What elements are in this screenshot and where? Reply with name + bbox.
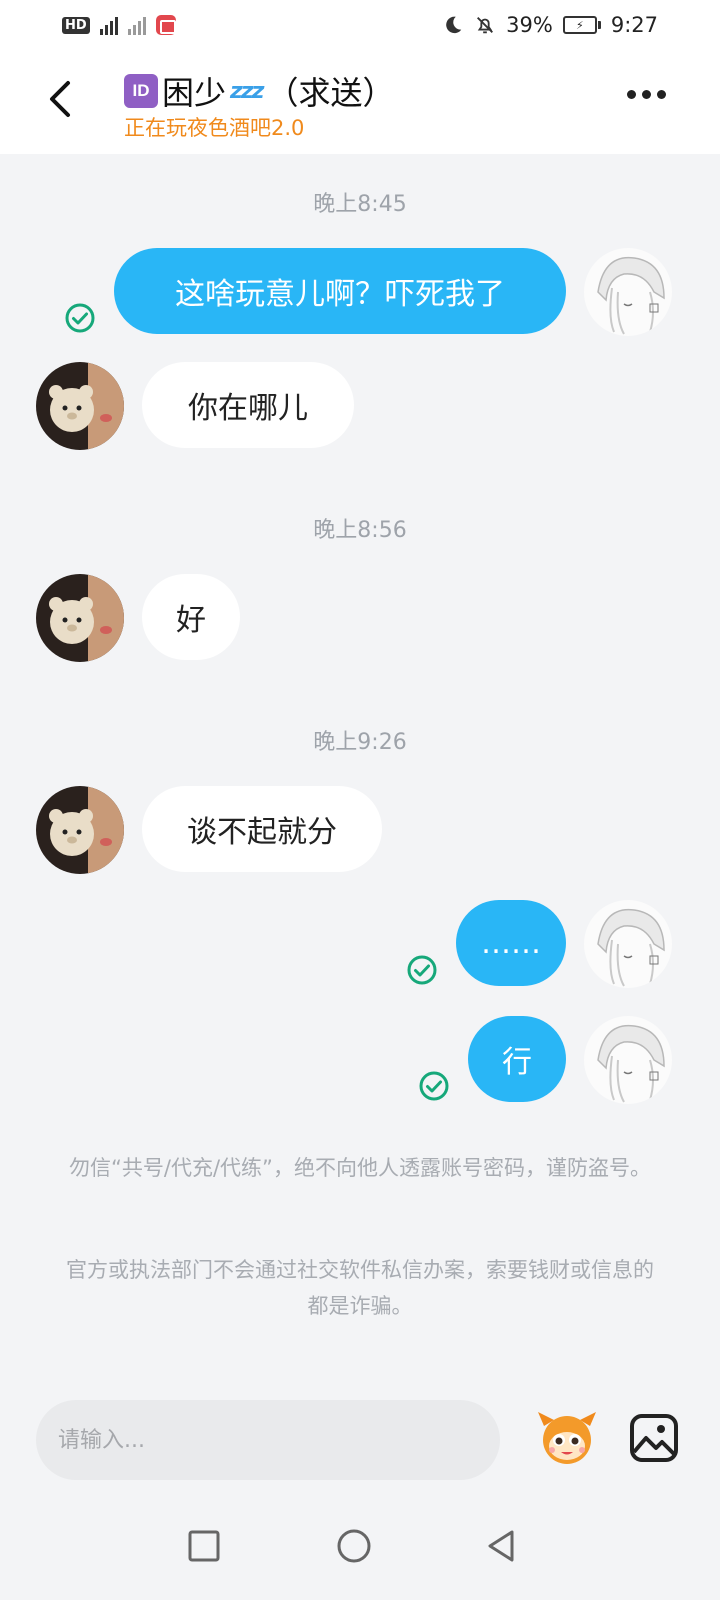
circle-icon[interactable] [334, 1526, 374, 1566]
signal-weak-icon [127, 15, 146, 35]
triangle-back-icon[interactable] [482, 1526, 522, 1566]
image-button[interactable] [628, 1412, 680, 1464]
chat-header: ID 困少 zzz （求送） 正在玩夜色酒吧2.0 [0, 50, 720, 154]
contact-avatar[interactable] [36, 362, 124, 450]
status-bar: HD 39% ⚡ 9:27 [0, 0, 720, 50]
battery-icon: ⚡ [562, 16, 601, 34]
check-circle-icon [407, 955, 437, 985]
status-left: HD [62, 15, 176, 35]
contact-avatar[interactable] [36, 786, 124, 874]
chevron-left-icon [50, 81, 70, 117]
check-circle-icon [419, 1071, 449, 1101]
bear-plush-avatar-icon [36, 786, 124, 874]
input-bar [0, 1386, 720, 1496]
system-nav-bar [0, 1496, 720, 1600]
mascot-emoji-icon [538, 1412, 596, 1464]
clock: 9:27 [610, 13, 658, 37]
moon-icon [446, 16, 462, 34]
contact-name-suffix: （求送） [266, 74, 395, 112]
more-options-button[interactable] [627, 90, 666, 99]
more-dot [657, 90, 666, 99]
battery-percent: 39% [506, 13, 553, 37]
timestamp: 晚上8:56 [313, 518, 407, 543]
playing-status: 正在玩夜色酒吧2.0 [124, 116, 305, 140]
timestamp: 晚上9:26 [313, 730, 407, 755]
hd-indicator: HD [62, 16, 90, 34]
contact-avatar[interactable] [36, 574, 124, 662]
my-avatar[interactable] [584, 248, 672, 336]
emoji-button[interactable] [534, 1404, 600, 1470]
app-notification-icon [155, 15, 176, 35]
signal-4g-icon [99, 15, 118, 35]
fraud-notice: 官方或执法部门不会通过社交软件私信办案，索要钱财或信息的都是诈骗。 [66, 1258, 654, 1318]
outgoing-message[interactable]: …… [456, 900, 566, 986]
status-right: 39% ⚡ 9:27 [442, 13, 658, 37]
contact-name-text: 困少 [162, 74, 227, 112]
anime-girl-avatar-icon [584, 1016, 672, 1104]
more-dot [642, 90, 651, 99]
incoming-message[interactable]: 你在哪儿 [142, 362, 354, 448]
mute-bell-icon [477, 17, 494, 34]
timestamp: 晚上8:45 [313, 192, 407, 217]
back-button[interactable] [40, 74, 80, 124]
outgoing-message[interactable]: 行 [468, 1016, 566, 1102]
bear-plush-avatar-icon [36, 574, 124, 662]
my-avatar[interactable] [584, 900, 672, 988]
bear-plush-avatar-icon [36, 362, 124, 450]
sleeping-zzz-icon: zzz [230, 78, 264, 104]
square-icon[interactable] [184, 1526, 224, 1566]
anime-girl-avatar-icon [584, 248, 672, 336]
id-badge-icon: ID [124, 74, 158, 108]
message-input[interactable] [36, 1400, 500, 1480]
my-avatar[interactable] [584, 1016, 672, 1104]
security-notice: 勿信“共号/代充/代练”，绝不向他人透露账号密码，谨防盗号。 [69, 1156, 651, 1180]
more-dots-icon [627, 90, 636, 99]
anime-girl-avatar-icon [584, 900, 672, 988]
incoming-message[interactable]: 谈不起就分 [142, 786, 382, 872]
incoming-message[interactable]: 好 [142, 574, 240, 660]
contact-name: ID 困少 zzz （求送） [124, 68, 394, 114]
image-icon [630, 1414, 678, 1462]
outgoing-message[interactable]: 这啥玩意儿啊？吓死我了 [114, 248, 566, 334]
check-circle-icon [65, 303, 95, 333]
